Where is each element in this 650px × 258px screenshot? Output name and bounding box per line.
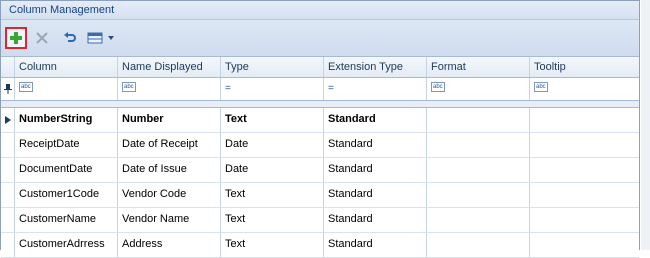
cell-name-displayed[interactable]: Number <box>118 108 221 132</box>
plus-icon <box>10 32 22 44</box>
table-row[interactable]: CustomerAdrress Address Text Standard <box>1 233 639 258</box>
cell-name-displayed[interactable]: Vendor Code <box>118 183 221 207</box>
header-extension-type[interactable]: Extension Type <box>324 57 427 77</box>
cell-format[interactable] <box>427 183 530 207</box>
cell-format[interactable] <box>427 108 530 132</box>
filter-row: abc abc = = abc abc <box>1 78 639 101</box>
filter-separator <box>1 101 639 108</box>
toolbar <box>1 20 639 57</box>
header-column[interactable]: Column <box>15 57 118 77</box>
cell-extension-type[interactable]: Standard <box>324 233 427 257</box>
header-tooltip[interactable]: Tooltip <box>530 57 639 77</box>
undo-icon <box>64 32 76 42</box>
cell-extension-type[interactable]: Standard <box>324 108 427 132</box>
cell-column[interactable]: ReceiptDate <box>15 133 118 157</box>
cell-column[interactable]: DocumentDate <box>15 158 118 182</box>
cell-type[interactable]: Date <box>221 133 324 157</box>
cell-type[interactable]: Text <box>221 183 324 207</box>
filter-format[interactable]: abc <box>427 78 530 100</box>
columns-grid: Column Name Displayed Type Extension Typ… <box>1 57 639 258</box>
cell-tooltip[interactable] <box>530 108 639 132</box>
cell-type[interactable]: Text <box>221 233 324 257</box>
table-row[interactable]: NumberString Number Text Standard <box>1 108 639 133</box>
cell-tooltip[interactable] <box>530 133 639 157</box>
table-row[interactable]: Customer1Code Vendor Code Text Standard <box>1 183 639 208</box>
cell-format[interactable] <box>427 158 530 182</box>
cell-column[interactable]: CustomerAdrress <box>15 233 118 257</box>
cell-extension-type[interactable]: Standard <box>324 183 427 207</box>
filter-pin-icon <box>1 78 15 100</box>
filter-column[interactable]: abc <box>15 78 118 100</box>
table-row[interactable]: ReceiptDate Date of Receipt Date Standar… <box>1 133 639 158</box>
filter-type[interactable]: = <box>221 78 324 100</box>
undo-button[interactable] <box>59 27 81 49</box>
cell-column[interactable]: CustomerName <box>15 208 118 232</box>
cell-name-displayed[interactable]: Address <box>118 233 221 257</box>
cell-name-displayed[interactable]: Date of Issue <box>118 158 221 182</box>
cell-name-displayed[interactable]: Vendor Name <box>118 208 221 232</box>
cell-extension-type[interactable]: Standard <box>324 158 427 182</box>
cell-tooltip[interactable] <box>530 208 639 232</box>
cell-column[interactable]: NumberString <box>15 108 118 132</box>
cell-type[interactable]: Text <box>221 208 324 232</box>
cell-format[interactable] <box>427 233 530 257</box>
header-name-displayed[interactable]: Name Displayed <box>118 57 221 77</box>
header-indicator <box>1 57 15 77</box>
outer-scrollbar[interactable] <box>641 0 650 250</box>
add-button[interactable] <box>5 27 27 49</box>
table-row[interactable]: DocumentDate Date of Issue Date Standard <box>1 158 639 183</box>
header-type[interactable]: Type <box>221 57 324 77</box>
header-format[interactable]: Format <box>427 57 530 77</box>
cell-extension-type[interactable]: Standard <box>324 133 427 157</box>
table-row[interactable]: CustomerName Vendor Name Text Standard <box>1 208 639 233</box>
cell-extension-type[interactable]: Standard <box>324 208 427 232</box>
filter-tooltip[interactable]: abc <box>530 78 639 100</box>
panel-title: Column Management <box>1 1 639 20</box>
cell-name-displayed[interactable]: Date of Receipt <box>118 133 221 157</box>
cell-tooltip[interactable] <box>530 233 639 257</box>
grid-header: Column Name Displayed Type Extension Typ… <box>1 57 639 78</box>
delete-button[interactable] <box>31 27 53 49</box>
column-management-panel: Column Management Column Name Displayed … <box>0 0 640 258</box>
cell-format[interactable] <box>427 133 530 157</box>
grid-view-icon <box>87 32 114 44</box>
cell-format[interactable] <box>427 208 530 232</box>
cell-tooltip[interactable] <box>530 183 639 207</box>
close-icon <box>36 32 48 44</box>
cell-type[interactable]: Date <box>221 158 324 182</box>
cell-type[interactable]: Text <box>221 108 324 132</box>
filter-extension-type[interactable]: = <box>324 78 427 100</box>
filter-name-displayed[interactable]: abc <box>118 78 221 100</box>
row-indicator-icon <box>1 108 15 132</box>
view-options-button[interactable] <box>85 27 119 49</box>
cell-column[interactable]: Customer1Code <box>15 183 118 207</box>
cell-tooltip[interactable] <box>530 158 639 182</box>
